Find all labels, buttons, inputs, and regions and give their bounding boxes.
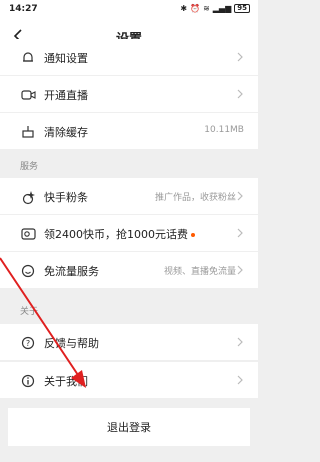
bell-icon — [20, 50, 36, 66]
settings-row-about-us[interactable]: 关于我们 — [0, 362, 258, 398]
video-camera-icon — [20, 87, 36, 103]
settings-row-label: 关于我们 — [44, 375, 88, 388]
chevron-right-icon — [237, 52, 243, 62]
info-circle-icon — [20, 373, 36, 389]
settings-row-label: 快手粉条 — [44, 191, 88, 204]
settings-row-free-data[interactable]: 免流量服务 视频、直播免流量 — [0, 252, 258, 288]
settings-row-label: 开通直播 — [44, 89, 88, 102]
smile-icon — [20, 263, 36, 279]
chevron-right-icon — [237, 228, 243, 238]
help-circle-icon: ? — [20, 335, 36, 351]
settings-row-label: 清除缓存 — [44, 126, 88, 139]
logout-button[interactable]: 退出登录 — [8, 408, 250, 446]
chevron-right-icon — [237, 375, 243, 385]
section-title-services: 服务 — [20, 162, 39, 172]
settings-row-label: 通知设置 — [44, 52, 88, 65]
chevron-right-icon — [237, 265, 243, 275]
signal-icon: ▂▄▆ — [212, 4, 232, 13]
settings-row-coins-offer[interactable]: 领2400快币，抢1000元话费 — [0, 215, 258, 251]
sparkle-icon — [20, 189, 36, 205]
chevron-right-icon — [237, 89, 243, 99]
wifi-icon: ≋ — [203, 4, 210, 13]
coin-card-icon — [20, 226, 36, 242]
battery-level: 95 — [234, 4, 250, 13]
settings-row-notifications[interactable]: 通知设置 — [0, 39, 258, 75]
chevron-right-icon — [237, 191, 243, 201]
alarm-icon: ⏰ — [190, 4, 201, 13]
settings-row-label: 领2400快币，抢1000元话费 — [44, 226, 195, 242]
trash-icon — [20, 124, 36, 140]
settings-row-fans-promo[interactable]: 快手粉条 推广作品，收获粉丝 — [0, 178, 258, 214]
bluetooth-icon: ✱ — [180, 4, 188, 13]
status-time: 14:27 — [9, 4, 38, 14]
divider — [0, 360, 258, 361]
section-title-about: 关于 — [20, 307, 39, 317]
settings-row-label: 反馈与帮助 — [44, 337, 99, 350]
settings-row-value: 推广作品，收获粉丝 — [154, 193, 236, 203]
settings-row-label: 免流量服务 — [44, 265, 99, 278]
settings-row-clear-cache[interactable]: 清除缓存 10.11MB — [0, 113, 258, 149]
offer-text: 领2400快币，抢1000元话费 — [44, 228, 188, 241]
status-icons: ✱ ⏰ ≋ ▂▄▆ 95 — [180, 4, 250, 13]
cache-size-value: 10.11MB — [204, 125, 244, 135]
status-bar: 14:27 ✱ ⏰ ≋ ▂▄▆ 95 — [0, 0, 258, 19]
settings-row-value: 视频、直播免流量 — [163, 267, 236, 277]
new-badge-dot — [191, 233, 195, 237]
chevron-right-icon — [237, 337, 243, 347]
svg-text:?: ? — [26, 339, 30, 348]
settings-row-live[interactable]: 开通直播 — [0, 76, 258, 112]
settings-row-feedback[interactable]: ? 反馈与帮助 — [0, 324, 258, 360]
